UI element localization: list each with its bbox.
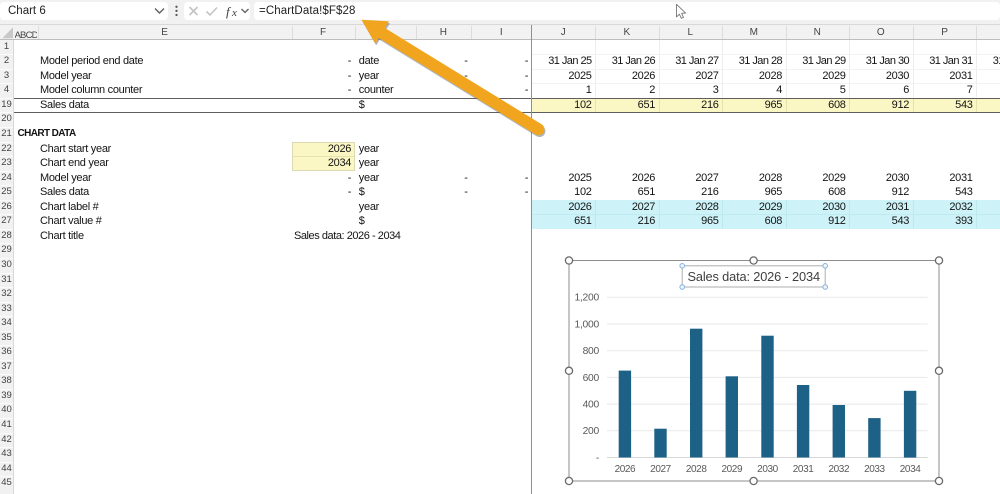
svg-text:x: x (231, 7, 237, 19)
